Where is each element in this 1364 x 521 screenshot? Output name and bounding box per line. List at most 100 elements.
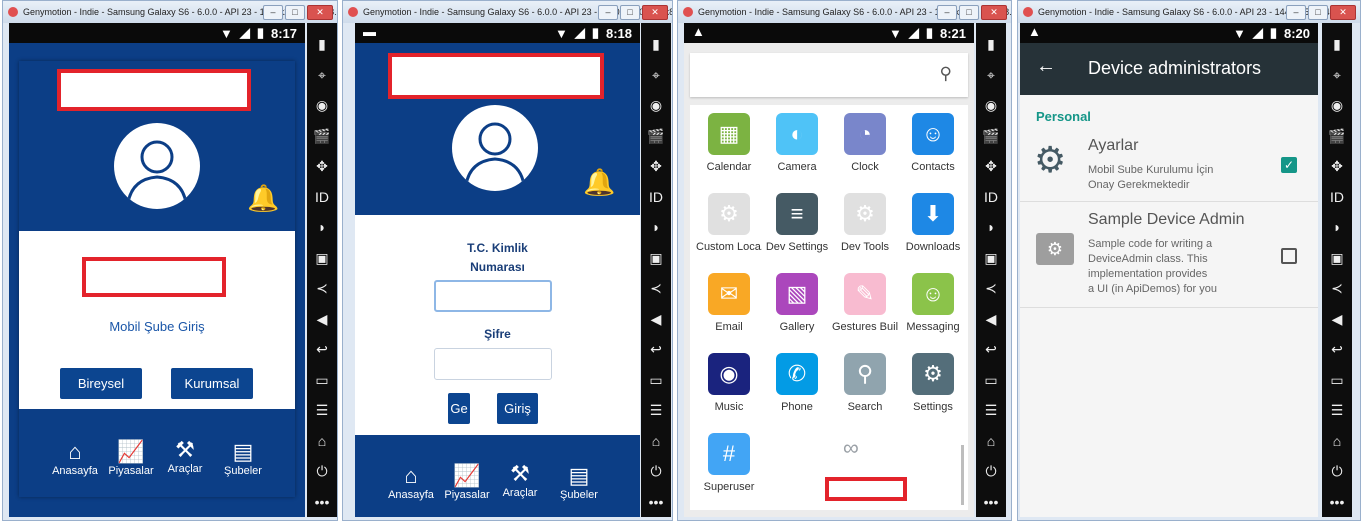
nav-home[interactable]: ⌂ Anasayfa [381, 463, 441, 501]
nav-home[interactable]: ⌂ Anasayfa [45, 439, 105, 477]
webcam-icon[interactable]: ◉ [1322, 90, 1352, 121]
close-button[interactable]: ✕ [642, 5, 668, 20]
volume-icon[interactable]: ◀ [307, 304, 337, 335]
mobile-login-link[interactable]: Mobil Şube Giriş [19, 319, 295, 334]
maximize-button[interactable]: □ [959, 5, 979, 20]
admin-checkbox-unchecked[interactable] [1281, 248, 1297, 264]
media-icon[interactable]: 🎬 [976, 121, 1006, 152]
scrollbar[interactable] [961, 445, 964, 505]
sms-icon[interactable]: ▣ [641, 243, 671, 274]
app-launcher-item[interactable]: ◉ Music [696, 353, 762, 413]
maximize-button[interactable]: □ [1308, 5, 1328, 20]
share-icon[interactable]: ≺ [1322, 273, 1352, 304]
volume-icon[interactable]: ◀ [641, 304, 671, 335]
id-icon[interactable]: ID [976, 182, 1006, 213]
battery-tool-icon[interactable]: ▮ [307, 29, 337, 60]
sms-icon[interactable]: ▣ [976, 243, 1006, 274]
app-launcher-item[interactable]: ⚙ Dev Tools [832, 193, 898, 253]
more-icon[interactable]: ••• [307, 487, 337, 518]
app-launcher-item[interactable]: ⬇ Downloads [900, 193, 966, 253]
webcam-icon[interactable]: ◉ [307, 90, 337, 121]
webcam-icon[interactable]: ◉ [641, 90, 671, 121]
home-nav-icon[interactable]: ⌂ [976, 426, 1006, 457]
dpad-icon[interactable]: ✥ [1322, 151, 1352, 182]
gps-icon[interactable]: ⌖ [976, 60, 1006, 91]
bell-icon[interactable]: 🔔 [247, 183, 279, 214]
rss-icon[interactable]: ◗ [1322, 212, 1352, 243]
admin-item-sample[interactable]: ⚙ Sample Device Admin Sample code for wr… [1020, 203, 1318, 308]
power-icon[interactable]: ⏻ [307, 456, 337, 487]
id-icon[interactable]: ID [1322, 182, 1352, 213]
recent-icon[interactable]: ▭ [976, 365, 1006, 396]
app-launcher-item[interactable]: ✉ Email [696, 273, 762, 333]
recent-icon[interactable]: ▭ [1322, 365, 1352, 396]
share-icon[interactable]: ≺ [976, 273, 1006, 304]
battery-tool-icon[interactable]: ▮ [976, 29, 1006, 60]
individual-button[interactable]: Bireysel [60, 368, 142, 399]
sms-icon[interactable]: ▣ [307, 243, 337, 274]
power-icon[interactable]: ⏻ [1322, 456, 1352, 487]
menu-icon[interactable]: ☰ [307, 395, 337, 426]
app-search-bar[interactable]: ⚲ [690, 53, 968, 97]
webcam-icon[interactable]: ◉ [976, 90, 1006, 121]
nav-tools[interactable]: ⚒ Araçlar [490, 461, 550, 499]
gps-icon[interactable]: ⌖ [307, 60, 337, 91]
password-input[interactable] [434, 348, 552, 380]
app-launcher-item[interactable]: ▧ Gallery [764, 273, 830, 333]
recent-icon[interactable]: ▭ [641, 365, 671, 396]
minimize-button[interactable]: – [598, 5, 618, 20]
nav-markets[interactable]: 📈 Piyasalar [101, 439, 161, 477]
back-icon[interactable]: ↩ [976, 334, 1006, 365]
app-launcher-item[interactable]: ⚲ Search [832, 353, 898, 413]
minimize-button[interactable]: – [1286, 5, 1306, 20]
nav-markets[interactable]: 📈 Piyasalar [437, 463, 497, 501]
bell-icon[interactable]: 🔔 [583, 167, 615, 198]
media-icon[interactable]: 🎬 [307, 121, 337, 152]
rss-icon[interactable]: ◗ [976, 212, 1006, 243]
maximize-button[interactable]: □ [285, 5, 305, 20]
battery-tool-icon[interactable]: ▮ [641, 29, 671, 60]
app-launcher-item[interactable]: ☺ Messaging [900, 273, 966, 333]
back-button[interactable]: Ge [448, 393, 470, 424]
more-icon[interactable]: ••• [641, 487, 671, 518]
more-icon[interactable]: ••• [1322, 487, 1352, 518]
nav-tools[interactable]: ⚒ Araçlar [155, 437, 215, 475]
close-button[interactable]: ✕ [981, 5, 1007, 20]
app-launcher-item[interactable]: ≡ Dev Settings [764, 193, 830, 253]
app-launcher-item[interactable]: ✎ Gestures Buil.. [832, 273, 898, 333]
gps-icon[interactable]: ⌖ [641, 60, 671, 91]
app-launcher-item[interactable]: ☺ Contacts [900, 113, 966, 173]
battery-tool-icon[interactable]: ▮ [1322, 29, 1352, 60]
back-icon[interactable]: ↩ [641, 334, 671, 365]
share-icon[interactable]: ≺ [307, 273, 337, 304]
rss-icon[interactable]: ◗ [641, 212, 671, 243]
app-launcher-item[interactable]: ◐ Camera [764, 113, 830, 173]
close-button[interactable]: ✕ [1330, 5, 1356, 20]
menu-icon[interactable]: ☰ [1322, 395, 1352, 426]
dpad-icon[interactable]: ✥ [307, 151, 337, 182]
dpad-icon[interactable]: ✥ [641, 151, 671, 182]
dpad-icon[interactable]: ✥ [976, 151, 1006, 182]
id-icon[interactable]: ID [641, 182, 671, 213]
recent-icon[interactable]: ▭ [307, 365, 337, 396]
home-nav-icon[interactable]: ⌂ [641, 426, 671, 457]
menu-icon[interactable]: ☰ [976, 395, 1006, 426]
app-launcher-item[interactable]: ▦ Calendar [696, 113, 762, 173]
volume-icon[interactable]: ◀ [1322, 304, 1352, 335]
power-icon[interactable]: ⏻ [641, 456, 671, 487]
sms-icon[interactable]: ▣ [1322, 243, 1352, 274]
nav-branches[interactable]: ▤ Şubeler [213, 439, 273, 477]
menu-icon[interactable]: ☰ [641, 395, 671, 426]
media-icon[interactable]: 🎬 [1322, 121, 1352, 152]
corporate-button[interactable]: Kurumsal [171, 368, 253, 399]
nav-branches[interactable]: ▤ Şubeler [549, 463, 609, 501]
back-icon[interactable]: ↩ [307, 334, 337, 365]
back-icon[interactable]: ↩ [1322, 334, 1352, 365]
media-icon[interactable]: 🎬 [641, 121, 671, 152]
close-button[interactable]: ✕ [307, 5, 333, 20]
rss-icon[interactable]: ◗ [307, 212, 337, 243]
app-launcher-item[interactable]: ◔ Clock [832, 113, 898, 173]
gps-icon[interactable]: ⌖ [1322, 60, 1352, 91]
app-launcher-item[interactable]: # Superuser [696, 433, 762, 493]
power-icon[interactable]: ⏻ [976, 456, 1006, 487]
